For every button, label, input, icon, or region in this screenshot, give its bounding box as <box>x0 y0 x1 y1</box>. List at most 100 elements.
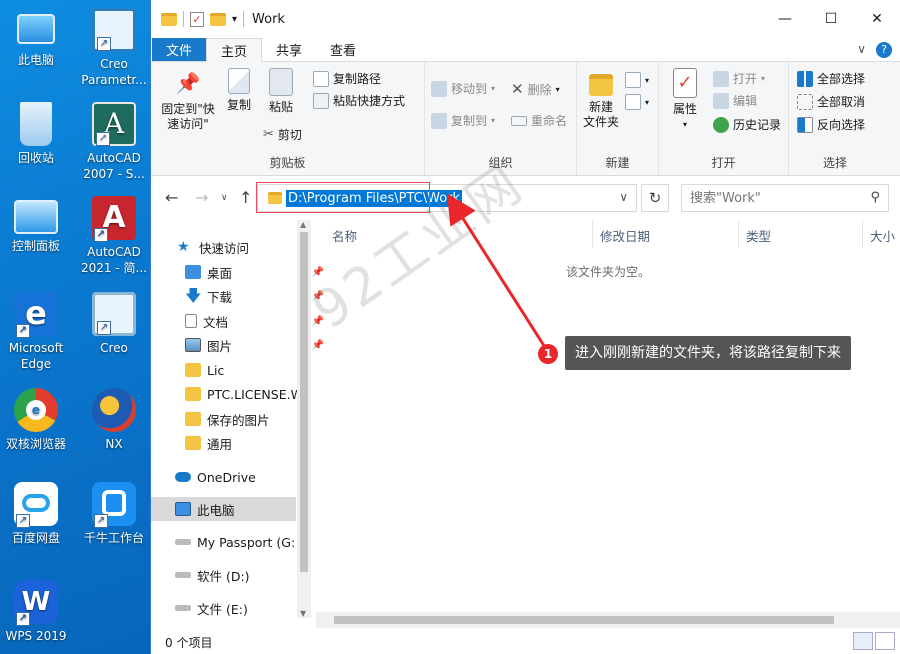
minimize-button[interactable]: — <box>762 0 808 38</box>
ribbon-collapse-icon[interactable]: ∨ <box>857 42 866 58</box>
copy-path-button[interactable]: 复制路径 <box>313 70 381 87</box>
column-header-size[interactable]: 大小 <box>870 226 895 245</box>
select-none-icon <box>797 93 813 110</box>
help-icon[interactable]: ? <box>876 42 892 58</box>
ribbon-group-select: 全部选择 全部取消 反向选择 选择 <box>789 62 881 175</box>
column-divider[interactable] <box>862 220 863 248</box>
properties-button[interactable]: ✓ 属性 ▾ <box>667 68 703 132</box>
explorer-window: ✓ ▾ Work — ☐ ✕ 文件 主页 共享 查看 ∨ ? 📌 固定到"快 速… <box>150 0 900 654</box>
address-dropdown-icon[interactable]: ∨ <box>619 190 628 204</box>
tab-file[interactable]: 文件 <box>152 38 207 61</box>
desktop-icon-autocad-2021[interactable]: A ↗ AutoCAD 2021 - 简... <box>78 196 150 276</box>
shortcut-arrow-icon: ↗ <box>97 321 111 335</box>
select-none-button[interactable]: 全部取消 <box>797 93 865 110</box>
shortcut-arrow-icon: ↗ <box>97 37 111 51</box>
new-item-button[interactable]: ▾ <box>625 72 649 88</box>
close-button[interactable]: ✕ <box>854 0 900 38</box>
creo-parametric-icon: ↗ <box>92 8 136 52</box>
search-input[interactable] <box>682 185 852 211</box>
picture-icon <box>185 338 201 352</box>
drive-icon <box>175 539 191 545</box>
scroll-up-icon[interactable]: ▲ <box>300 220 306 229</box>
autocad-2007-icon: A ↗ <box>92 102 136 146</box>
invert-selection-button[interactable]: 反向选择 <box>797 116 865 133</box>
customize-dropdown-icon[interactable]: ▾ <box>232 14 237 25</box>
new-folder-icon <box>589 74 613 96</box>
easy-access-dropdown-icon: ▾ <box>645 97 650 107</box>
new-folder-quick-icon[interactable] <box>210 12 226 26</box>
desktop-icon-control-panel[interactable]: 控制面板 <box>0 200 72 254</box>
rename-button[interactable]: 重命名 <box>511 112 567 129</box>
large-icons-view-icon[interactable] <box>875 632 895 650</box>
copy-button[interactable]: 复制 <box>221 68 257 113</box>
history-button[interactable]: 历史记录 <box>713 116 781 133</box>
desktop-icon-edge[interactable]: e ↗ Microsoft Edge <box>0 292 72 372</box>
edit-button[interactable]: 编辑 <box>713 92 757 109</box>
shortcut-arrow-icon: ↗ <box>96 132 110 146</box>
desktop-icon-creo[interactable]: ↗ Creo <box>78 292 150 356</box>
desktop-icon-nx[interactable]: NX <box>78 388 150 452</box>
drive-icon <box>175 605 191 611</box>
shortcut-arrow-icon: ↗ <box>94 514 108 528</box>
desktop-icon-baidu-netdisk[interactable]: ↗ 百度网盘 <box>0 482 72 546</box>
desktop-icon-creo-parametric[interactable]: ↗ Creo Parametr... <box>78 8 150 88</box>
desktop-icon-autocad-2007[interactable]: A ↗ AutoCAD 2007 - S... <box>78 102 150 182</box>
computer-icon <box>17 14 55 44</box>
search-box[interactable]: ⚲ <box>681 184 889 212</box>
pin-to-quick-access-button[interactable]: 📌 固定到"快 速访问" <box>159 68 217 132</box>
content-horizontal-scrollbar[interactable] <box>316 612 900 628</box>
nav-this-pc[interactable]: 此电脑 <box>151 497 296 521</box>
desktop-icon-dual-core-browser[interactable]: e 双核浏览器 <box>0 388 72 452</box>
properties-quick-icon[interactable]: ✓ <box>190 11 204 27</box>
nav-drive-my-passport[interactable]: My Passport (G: <box>175 530 297 554</box>
details-view-icon[interactable] <box>853 632 873 650</box>
move-to-button[interactable]: 移动到 ▾ <box>431 80 495 97</box>
search-icon: ⚲ <box>870 190 880 205</box>
new-folder-button[interactable]: 新建 文件夹 <box>581 68 621 130</box>
copy-to-button[interactable]: 复制到 ▾ <box>431 112 495 129</box>
easy-access-button[interactable]: ▾ <box>625 94 649 110</box>
desktop-icon-recycle-bin[interactable]: 回收站 <box>0 102 72 166</box>
horizontal-scrollbar-thumb[interactable] <box>334 616 834 624</box>
refresh-button[interactable]: ↻ <box>641 184 669 212</box>
cut-button[interactable]: ✂ 剪切 <box>263 126 302 143</box>
autocad-2021-icon: A ↗ <box>92 196 136 242</box>
shortcut-arrow-icon: ↗ <box>16 324 30 338</box>
select-all-button[interactable]: 全部选择 <box>797 70 865 87</box>
ribbon-group-clipboard: 📌 固定到"快 速访问" 复制 粘贴 复制路径 粘贴快捷方式 ✂ 剪切 剪贴板 <box>151 62 425 175</box>
maximize-button[interactable]: ☐ <box>808 0 854 38</box>
copy-icon <box>228 68 250 94</box>
copy-to-icon <box>431 112 447 129</box>
up-arrow-icon[interactable]: ↑ <box>239 188 252 207</box>
desktop-icon-qianniu[interactable]: ↗ 千牛工作台 <box>78 482 150 546</box>
scroll-down-icon[interactable]: ▼ <box>300 609 306 618</box>
baidu-netdisk-icon: ↗ <box>14 482 58 528</box>
wps-icon: W ↗ <box>14 580 58 626</box>
tab-home[interactable]: 主页 <box>206 38 263 62</box>
tab-share[interactable]: 共享 <box>262 38 316 61</box>
desktop-icon-wps[interactable]: W ↗ WPS 2019 <box>0 580 72 644</box>
window-controls: — ☐ ✕ <box>762 0 900 38</box>
annotation-callout: 进入刚刚新建的文件夹，将该路径复制下来 <box>565 336 851 370</box>
desktop-icon-this-pc[interactable]: 此电脑 <box>0 8 72 68</box>
column-divider[interactable] <box>592 220 593 248</box>
desktop-icon <box>185 265 201 279</box>
open-button[interactable]: 打开 ▾ <box>713 70 765 87</box>
ribbon-tabs: 文件 主页 共享 查看 ∨ ? <box>151 38 900 62</box>
document-icon <box>185 314 197 328</box>
paste-button[interactable]: 粘贴 <box>263 68 299 115</box>
column-header-modified[interactable]: 修改日期 <box>600 226 650 245</box>
toolbar-divider <box>243 11 245 27</box>
column-divider[interactable] <box>738 220 739 248</box>
delete-button[interactable]: ✕ 删除 ▾ <box>511 80 560 98</box>
nx-icon <box>92 388 136 432</box>
paste-shortcut-icon <box>313 92 329 109</box>
tab-view[interactable]: 查看 <box>316 38 370 61</box>
back-arrow-icon[interactable]: ← <box>165 188 178 207</box>
nav-item-ptc-license[interactable]: PTC.LICENSE.W <box>185 382 297 406</box>
column-header-type[interactable]: 类型 <box>746 226 771 245</box>
forward-arrow-icon[interactable]: → <box>195 188 208 207</box>
recent-locations-chevron-icon[interactable]: ∨ <box>221 193 228 203</box>
star-icon: ★ <box>177 239 190 255</box>
paste-shortcut-button[interactable]: 粘贴快捷方式 <box>313 92 405 109</box>
